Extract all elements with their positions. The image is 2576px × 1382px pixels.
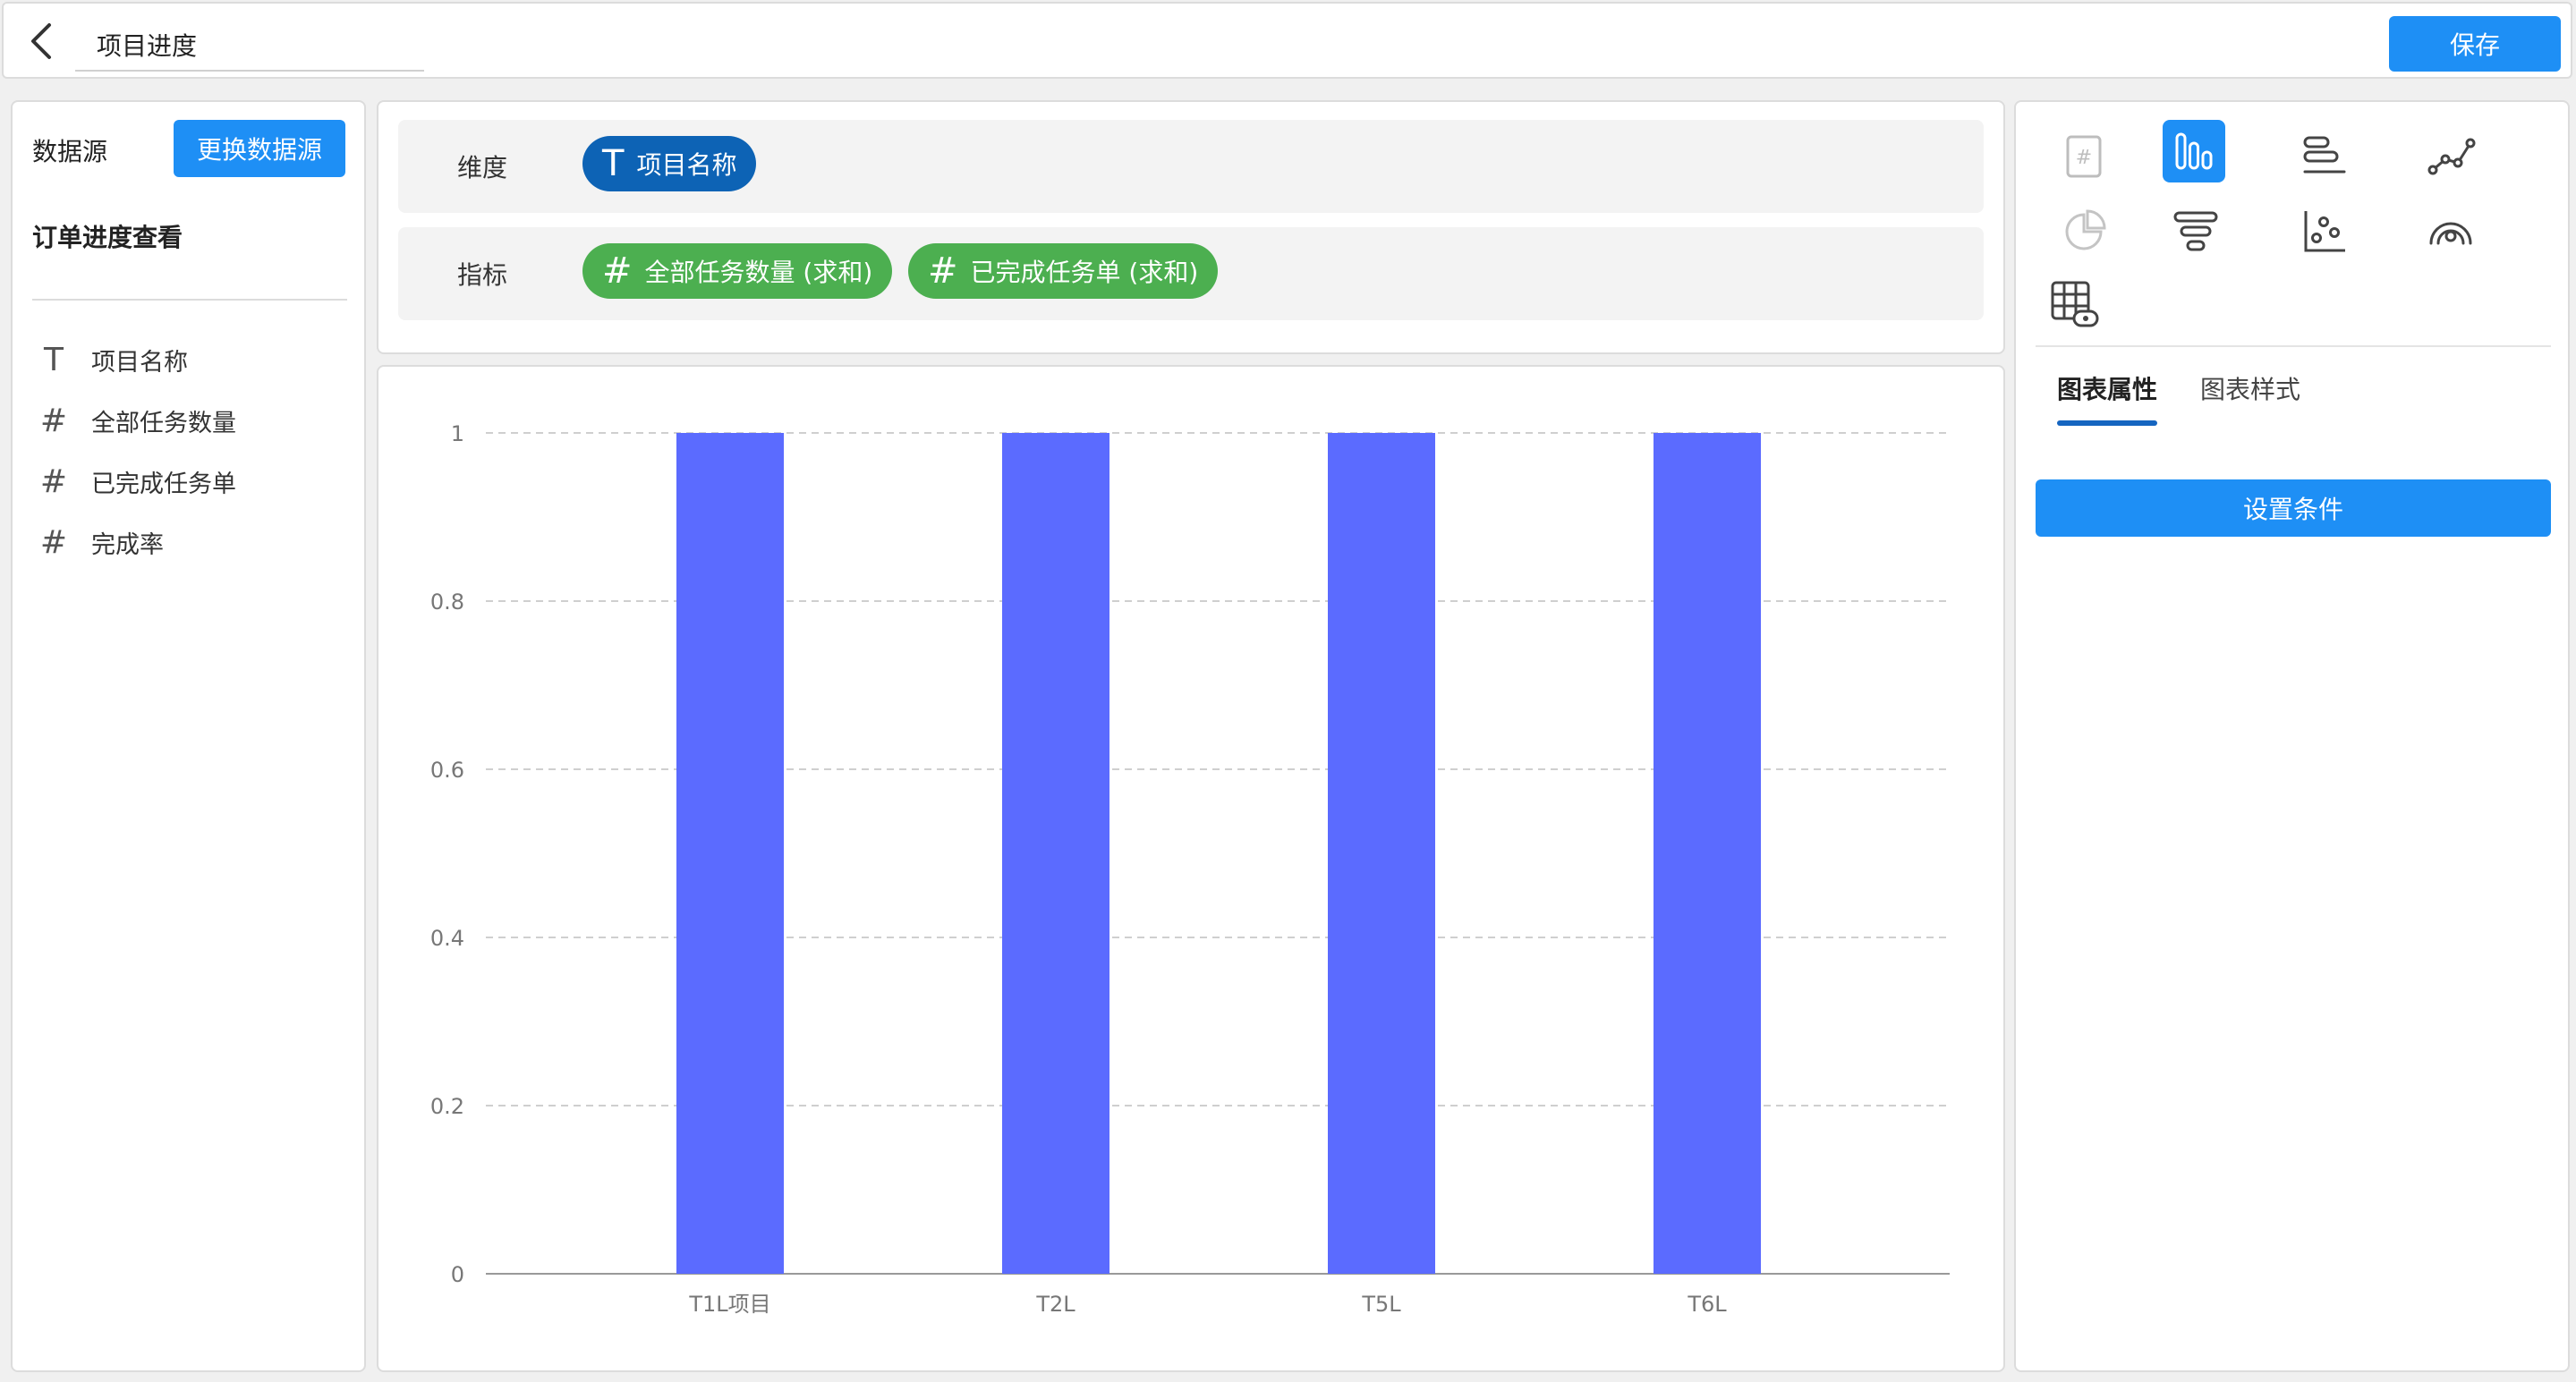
- number-card-icon: #: [2066, 135, 2102, 178]
- tab-chart-style[interactable]: 图表样式: [2200, 370, 2300, 406]
- x-tick-label: T6L: [1687, 1292, 1727, 1317]
- change-datasource-button[interactable]: 更换数据源: [174, 120, 345, 177]
- chevron-left-icon: [31, 23, 51, 59]
- divider: [2036, 345, 2551, 347]
- chart-type-line[interactable]: [2421, 127, 2480, 186]
- line-chart-icon: [2427, 138, 2476, 175]
- back-button[interactable]: [20, 20, 63, 63]
- y-tick-label: 0.2: [430, 1094, 464, 1119]
- bar[interactable]: [1654, 433, 1761, 1274]
- funnel-chart-icon: [2173, 211, 2218, 251]
- number-type-icon: #: [39, 523, 68, 561]
- y-tick-label: 0: [451, 1262, 464, 1287]
- y-tick-label: 0.6: [430, 758, 464, 783]
- field-label: 完成率: [91, 530, 164, 559]
- pill-label: 全部任务数量 (求和): [644, 258, 873, 287]
- bar-chart: 0 0.2 0.4 0.6 0.8 1 T1L项目 T2L T5L T6L: [430, 421, 1950, 1317]
- field-label: 全部任务数量: [91, 409, 236, 437]
- chart-type-table[interactable]: [2045, 276, 2104, 335]
- chart-config-panel: 维度 T 项目名称 指标 # 全部任务数量 (求和) # 已完成任务单 (求和): [377, 100, 2005, 354]
- number-type-icon: #: [39, 402, 68, 439]
- field-item-project-name[interactable]: T 项目名称: [32, 335, 347, 385]
- datasource-label: 数据源: [32, 137, 108, 166]
- bar[interactable]: [1328, 433, 1435, 1274]
- field-item-completed-tasks[interactable]: # 已完成任务单: [32, 456, 347, 506]
- chart-type-radar[interactable]: [2421, 202, 2480, 261]
- top-bar: 项目进度 保存: [2, 2, 2572, 79]
- metric-pill-total-tasks[interactable]: # 全部任务数量 (求和): [582, 243, 893, 299]
- number-type-icon: #: [39, 462, 68, 500]
- svg-text:#: #: [2076, 147, 2092, 169]
- number-type-icon: #: [602, 250, 633, 292]
- pill-label: 项目名称: [636, 150, 737, 180]
- set-condition-button[interactable]: 设置条件: [2036, 479, 2551, 537]
- chart-type-bar[interactable]: [2163, 120, 2225, 182]
- dataset-name: 订单进度查看: [32, 223, 183, 252]
- field-item-total-tasks[interactable]: # 全部任务数量: [32, 395, 347, 445]
- table-chart-icon: [2051, 281, 2099, 327]
- datasource-panel: 数据源 更换数据源 订单进度查看 T 项目名称 # 全部任务数量 # 已完成任务…: [11, 100, 366, 1372]
- bar[interactable]: [1002, 433, 1109, 1274]
- divider: [32, 299, 347, 301]
- metric-dropzone[interactable]: 指标 # 全部任务数量 (求和) # 已完成任务单 (求和): [398, 227, 1984, 320]
- x-tick-label: T2L: [1035, 1292, 1075, 1317]
- bar-chart-icon: [2175, 132, 2213, 170]
- save-button[interactable]: 保存: [2389, 16, 2561, 72]
- x-tick-label: T1L项目: [688, 1292, 770, 1317]
- dimension-pill-project-name[interactable]: T 项目名称: [582, 136, 757, 191]
- dimension-label: 维度: [457, 153, 508, 182]
- y-tick-label: 0.4: [430, 926, 464, 951]
- chart-type-pie[interactable]: [2054, 202, 2113, 261]
- pill-label: 已完成任务单 (求和): [970, 258, 1199, 287]
- radar-chart-icon: [2429, 222, 2472, 245]
- chart-type-number-card[interactable]: #: [2054, 127, 2113, 186]
- active-tab-indicator: [2057, 420, 2157, 426]
- number-type-icon: #: [928, 250, 958, 292]
- metric-label: 指标: [457, 260, 508, 290]
- field-label: 已完成任务单: [91, 470, 236, 498]
- horizontal-bar-icon: [2303, 136, 2346, 174]
- tab-chart-properties[interactable]: 图表属性: [2057, 370, 2157, 406]
- x-tick-label: T5L: [1361, 1292, 1401, 1317]
- chart-type-scatter[interactable]: [2295, 202, 2354, 261]
- chart-type-funnel[interactable]: [2166, 202, 2225, 261]
- chart-type-horizontal-bar[interactable]: [2295, 127, 2354, 186]
- y-tick-label: 0.8: [430, 589, 464, 615]
- field-label: 项目名称: [91, 348, 188, 377]
- dimension-dropzone[interactable]: 维度 T 项目名称: [398, 120, 1984, 213]
- title-field[interactable]: 项目进度: [75, 16, 424, 72]
- bar[interactable]: [676, 433, 784, 1274]
- pie-chart-icon: [2065, 209, 2106, 250]
- metric-pill-completed-tasks[interactable]: # 已完成任务单 (求和): [908, 243, 1219, 299]
- text-type-icon: T: [602, 143, 625, 184]
- scatter-chart-icon: [2304, 211, 2345, 252]
- text-type-icon: T: [44, 341, 64, 378]
- chart-settings-panel: # 图表属性 图表样式 设置条件: [2014, 100, 2570, 1372]
- y-tick-label: 1: [451, 421, 464, 446]
- field-item-completion-rate[interactable]: # 完成率: [32, 517, 347, 567]
- chart-panel: 0 0.2 0.4 0.6 0.8 1 T1L项目 T2L T5L T6L: [377, 365, 2005, 1372]
- page-title: 项目进度: [97, 31, 198, 61]
